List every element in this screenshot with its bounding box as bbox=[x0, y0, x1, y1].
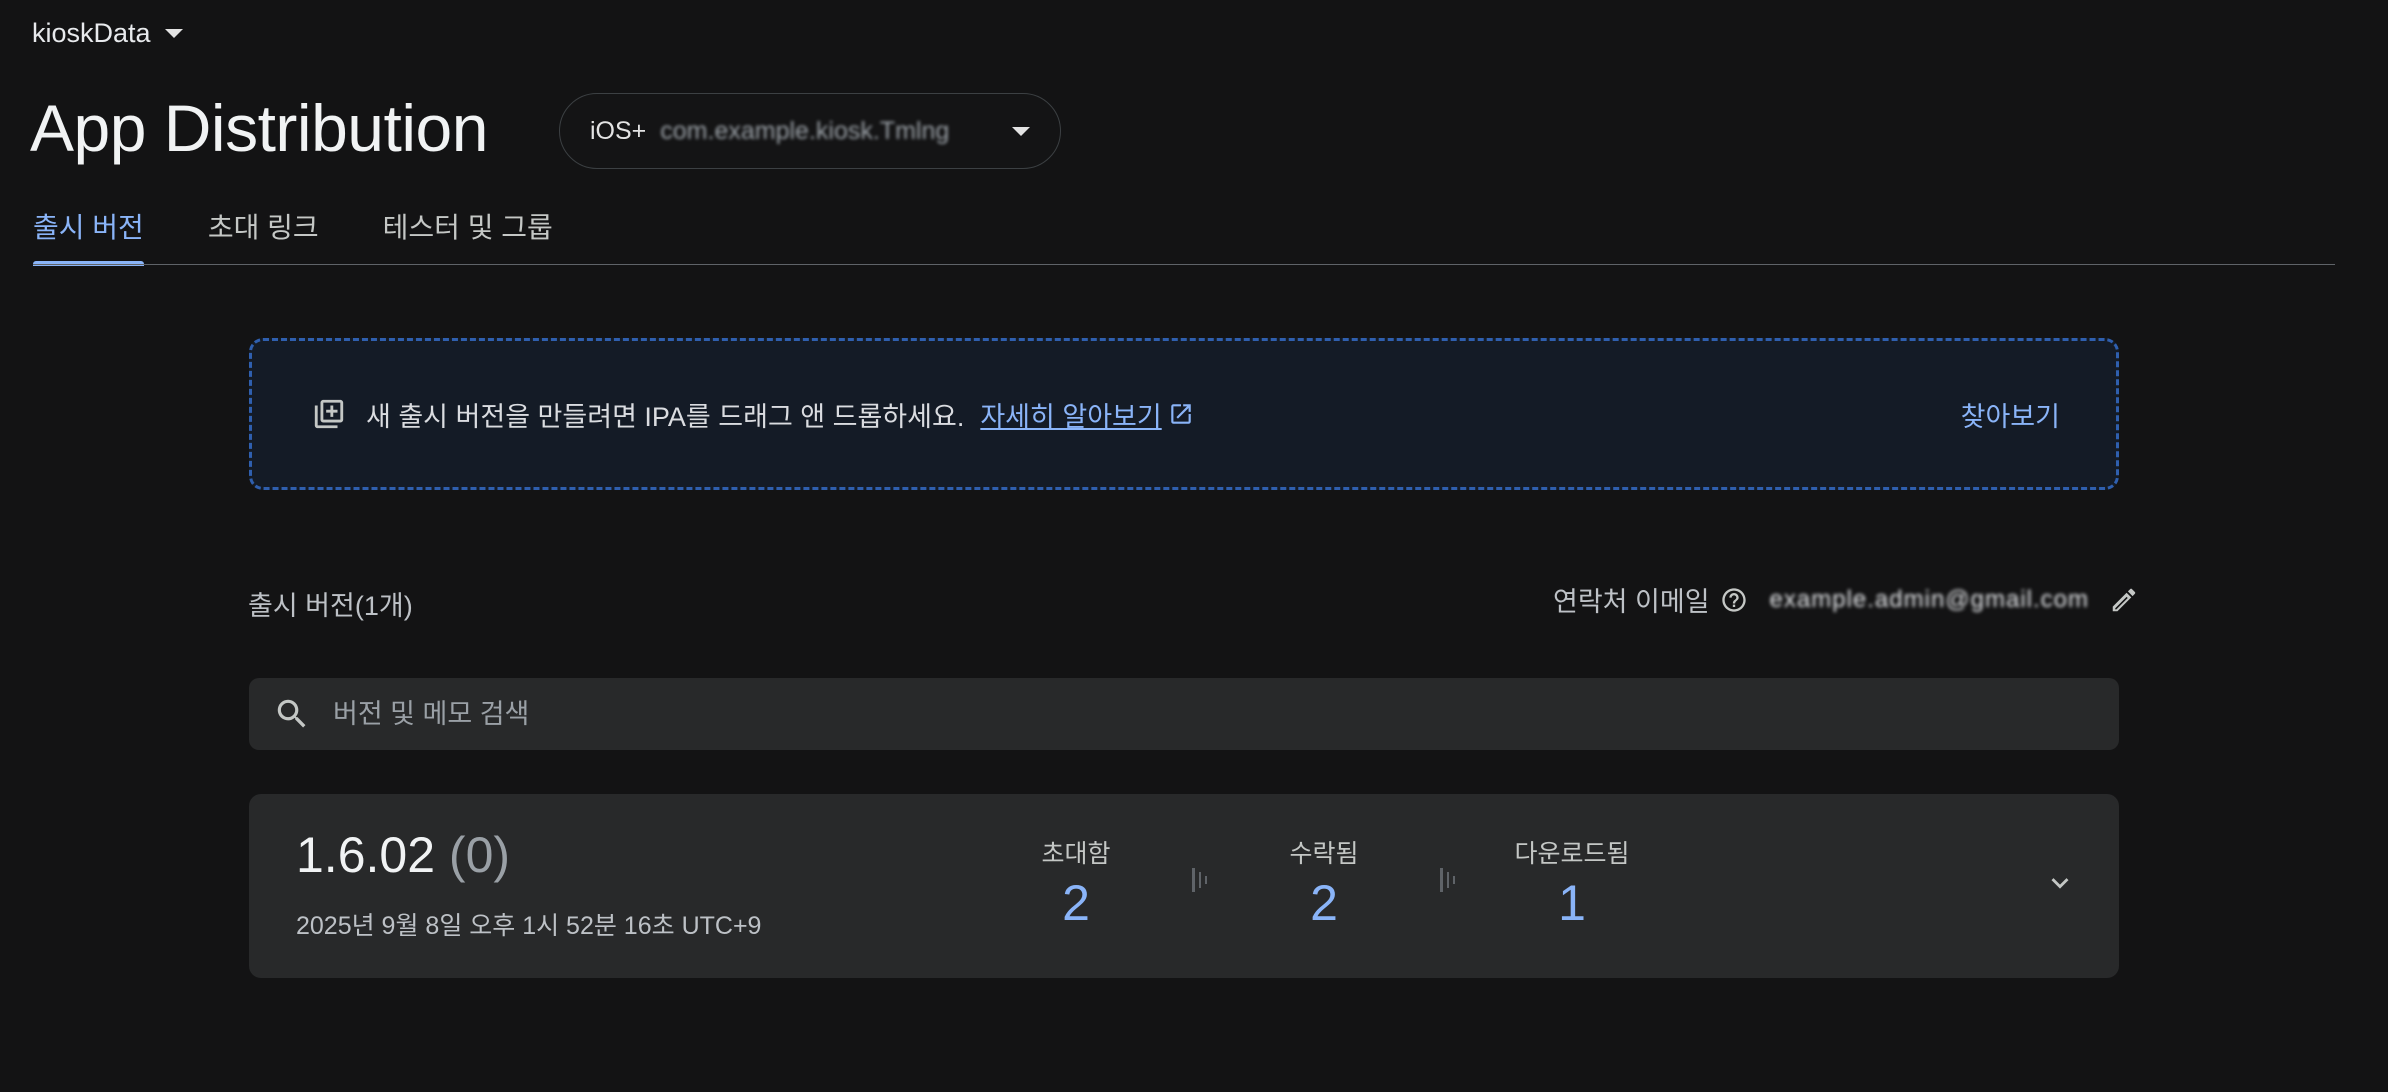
add-to-library-icon bbox=[314, 399, 344, 429]
edit-pencil-icon[interactable] bbox=[2109, 585, 2139, 615]
tab-releases[interactable]: 출시 버전 bbox=[33, 200, 144, 266]
release-build: (0) bbox=[448, 827, 511, 883]
release-version-line: 1.6.02 (0) bbox=[296, 826, 510, 884]
help-icon[interactable] bbox=[1720, 586, 1748, 614]
search-icon bbox=[277, 699, 306, 728]
flow-arrow-icon bbox=[1192, 868, 1207, 892]
release-count: 출시 버전(1개) bbox=[248, 591, 413, 621]
project-name: kioskData bbox=[32, 18, 151, 48]
stat-accepted: 수락됨 2 bbox=[1224, 834, 1424, 932]
stat-invited-value: 2 bbox=[1062, 875, 1090, 931]
stat-accepted-value: 2 bbox=[1310, 875, 1338, 931]
contact-email-row: 연락처 이메일 example.admin@gmail.com bbox=[1553, 580, 2139, 619]
tab-divider bbox=[33, 264, 2335, 265]
app-selector[interactable]: iOS+ com.example.kiosk.Tmlng bbox=[559, 93, 1061, 169]
tab-testers-groups[interactable]: 테스터 및 그룹 bbox=[383, 200, 553, 266]
expand-chevron-icon[interactable] bbox=[2043, 866, 2077, 900]
tab-invite-links[interactable]: 초대 링크 bbox=[208, 200, 319, 266]
page-title: App Distribution bbox=[30, 91, 488, 165]
stat-accepted-label: 수락됨 bbox=[1289, 840, 1359, 868]
learn-more-link[interactable]: 자세히 알아보기 bbox=[980, 395, 1161, 434]
release-date: 2025년 9월 8일 오후 1시 52분 16초 UTC+9 bbox=[296, 912, 762, 940]
project-selector[interactable]: kioskData bbox=[32, 18, 183, 49]
contact-email-label: 연락처 이메일 bbox=[1553, 587, 1710, 617]
contact-email-value: example.admin@gmail.com bbox=[1769, 585, 2090, 613]
release-version: 1.6.02 bbox=[296, 827, 436, 883]
flow-arrow-icon bbox=[1440, 868, 1455, 892]
stat-downloaded: 다운로드됨 1 bbox=[1472, 834, 1672, 932]
tab-bar: 출시 버전 초대 링크 테스터 및 그룹 bbox=[33, 200, 617, 266]
stat-downloaded-label: 다운로드됨 bbox=[1514, 840, 1630, 868]
stat-downloaded-value: 1 bbox=[1558, 875, 1586, 931]
app-bundle-id: com.example.kiosk.Tmlng bbox=[660, 116, 950, 145]
stat-invited: 초대함 2 bbox=[976, 834, 1176, 932]
stat-invited-label: 초대함 bbox=[1041, 840, 1111, 868]
ipa-dropzone[interactable]: 새 출시 버전을 만들려면 IPA를 드래그 앤 드롭하세요. 자세히 알아보기… bbox=[249, 338, 2119, 490]
browse-button[interactable]: 찾아보기 bbox=[1961, 395, 2060, 434]
search-input[interactable] bbox=[331, 697, 2095, 731]
external-link-icon[interactable] bbox=[1168, 401, 1194, 427]
release-card[interactable]: 1.6.02 (0) 2025년 9월 8일 오후 1시 52분 16초 UTC… bbox=[249, 794, 2119, 978]
chevron-down-icon bbox=[164, 29, 183, 38]
chevron-down-icon bbox=[1012, 126, 1030, 136]
search-bar bbox=[249, 678, 2119, 750]
app-platform: iOS+ bbox=[590, 116, 647, 145]
dropzone-text: 새 출시 버전을 만들려면 IPA를 드래그 앤 드롭하세요. bbox=[366, 401, 965, 432]
